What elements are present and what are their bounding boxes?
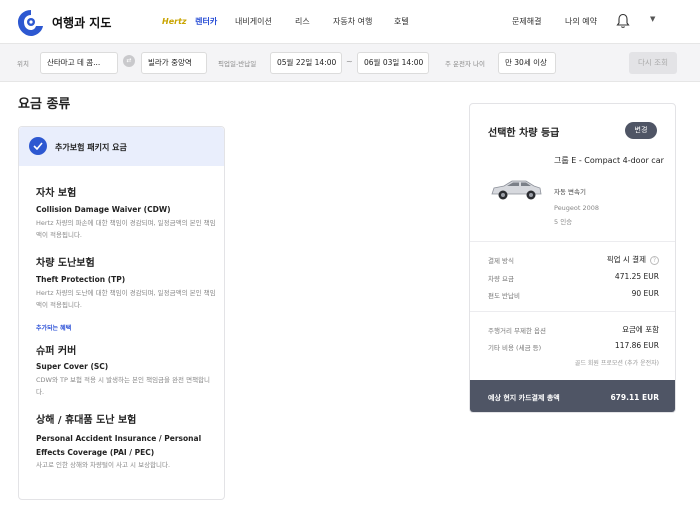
- nav-item-my-booking[interactable]: 나의 예약: [565, 16, 597, 27]
- top-nav: 여행과 지도 Hertz 렌터카 내비게이션 리스 자동차 여행 호텔 문제해결…: [0, 0, 700, 44]
- dropoff-location-field[interactable]: 빌라가 중앙역: [141, 52, 207, 74]
- logo-icon[interactable]: [16, 9, 46, 37]
- other-fee-value: 117.86 EUR: [614, 341, 659, 350]
- oneway-fee-label: 편도 반납비: [488, 292, 520, 300]
- oneway-fee-value: 90 EUR: [631, 289, 659, 298]
- vehicle-fee-label: 차량 요금: [488, 275, 514, 283]
- nav-item-hotel[interactable]: 호텔: [394, 16, 409, 27]
- coverage-title: 슈퍼 커버: [36, 346, 77, 357]
- coverage-title: 차량 도난보험: [36, 258, 95, 269]
- coverage-title: 자차 보험: [36, 188, 77, 199]
- car-image: [491, 180, 542, 200]
- booking-summary-card: 선택한 차량 등급 변경 그룹 E - Compact 4-door car 자…: [469, 103, 676, 413]
- mileage-label: 주행거리 무제한 옵션: [488, 327, 546, 335]
- coverage-description: Hertz 차량의 도난에 대한 책임이 경감되며, 일정금액의 본인 책임액이…: [36, 289, 216, 309]
- nav-item-rentacar[interactable]: Hertz 렌터카: [162, 16, 217, 27]
- payment-method-label: 결제 방식: [488, 257, 514, 265]
- coverage-description: Hertz 차량의 파손에 대한 책임이 경감되며, 일정금액의 본인 책임액이…: [36, 219, 216, 239]
- car-seats: 5 인승: [554, 218, 573, 226]
- summary-title: 선택한 차량 등급: [488, 128, 560, 139]
- date-range-separator: ~: [346, 57, 353, 66]
- coverage-subtitle: Collision Damage Waiver (CDW): [36, 205, 171, 214]
- nav-item-lease[interactable]: 리스: [295, 16, 310, 27]
- page-title: 요금 종류: [18, 97, 71, 112]
- extra-benefits-tag: 추가되는 혜택: [36, 325, 72, 332]
- help-icon[interactable]: ?: [650, 256, 659, 265]
- coverage-title: 상해 / 휴대품 도난 보험: [36, 415, 137, 426]
- driver-age-label: 주 운전자 나이: [445, 60, 486, 68]
- location-label: 위치: [17, 60, 29, 68]
- swap-icon[interactable]: ⇄: [123, 55, 135, 67]
- pickup-date-field[interactable]: 05월 22일 14:00: [270, 52, 342, 74]
- nav-item-help[interactable]: 문제해결: [512, 16, 541, 27]
- total-label: 예상 현지 카드결제 총액: [488, 394, 560, 402]
- nav-item-car-travel[interactable]: 자동차 여행: [333, 16, 372, 27]
- change-button[interactable]: 변경: [625, 122, 657, 139]
- car-model: Peugeot 2008: [554, 204, 600, 212]
- total-bar: 예상 현지 카드결제 총액 679.11 EUR: [470, 380, 675, 412]
- car-class-name: 그룹 E - Compact 4-door car: [554, 156, 664, 165]
- divider: [470, 311, 675, 312]
- pickup-location-field[interactable]: 산타마고 데 콤...: [40, 52, 118, 74]
- coverage-description: 사고로 인한 상해와 차량털이 사고 시 보상합니다.: [36, 461, 171, 469]
- coverage-subtitle: Personal Accident Insurance / Personal E…: [36, 434, 202, 457]
- vehicle-fee-value: 471.25 EUR: [614, 272, 659, 281]
- promo-note: 골드 회원 프로모션 (추가 운전자): [574, 360, 659, 367]
- nav-item-rentacar-label: 렌터카: [195, 17, 218, 26]
- hertz-logo: Hertz: [162, 17, 187, 26]
- driver-age-select[interactable]: 만 30세 이상: [498, 52, 556, 74]
- check-circle-icon[interactable]: [29, 137, 47, 155]
- research-button[interactable]: 다시 조회: [629, 52, 677, 74]
- coverage-subtitle: Theft Protection (TP): [36, 275, 126, 284]
- divider: [470, 241, 675, 242]
- coverage-description: CDW와 TP 보험 적용 시 발생하는 본인 책임금을 완전 면책합니다.: [36, 376, 211, 396]
- nav-item-navigation[interactable]: 내비게이션: [235, 16, 272, 27]
- rate-package-header[interactable]: 추가보험 패키지 요금: [19, 127, 224, 166]
- dropoff-date-field[interactable]: 06월 03일 14:00: [357, 52, 429, 74]
- payment-method-value: 픽업 시 결제?: [607, 254, 659, 265]
- bell-icon[interactable]: [616, 13, 630, 29]
- rate-package-label: 추가보험 패키지 요금: [55, 143, 127, 152]
- payment-method-text: 픽업 시 결제: [606, 255, 646, 264]
- car-transmission: 자동 변속기: [554, 188, 586, 196]
- brand-name[interactable]: 여행과 지도: [52, 14, 111, 31]
- coverage-subtitle: Super Cover (SC): [36, 362, 109, 371]
- total-value: 679.11 EUR: [610, 393, 659, 402]
- other-fee-label: 기타 비용 (세금 등): [488, 344, 542, 352]
- date-label: 픽업일-반납일: [218, 60, 257, 68]
- chevron-down-icon[interactable]: ▼: [650, 15, 655, 23]
- mileage-value: 요금에 포함: [622, 325, 659, 334]
